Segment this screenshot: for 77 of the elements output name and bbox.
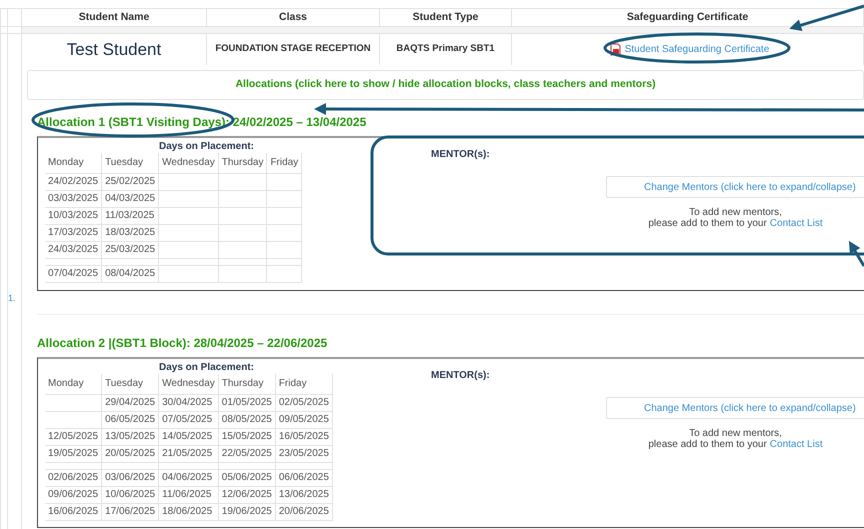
days-heading: Days on Placement: xyxy=(158,141,256,153)
date-cell: 09/06/2025 xyxy=(48,489,98,500)
date-cell: 18/03/2025 xyxy=(105,227,156,238)
date-cell: 04/06/2025 xyxy=(162,472,212,483)
date-cell: 24/03/2025 xyxy=(48,244,98,255)
date-cell: 18/06/2025 xyxy=(162,506,212,517)
date-cell: 07/04/2025 xyxy=(48,268,98,279)
date-cell: 02/06/2025 xyxy=(48,472,98,483)
day-header: Monday xyxy=(48,157,84,168)
date-cell: 08/05/2025 xyxy=(222,414,272,425)
date-cell: 09/05/2025 xyxy=(278,414,329,425)
date-cell: 07/05/2025 xyxy=(162,414,212,425)
date-cell: 16/05/2025 xyxy=(278,431,329,442)
day-header: Tuesday xyxy=(105,378,144,390)
date-cell: 19/06/2025 xyxy=(222,506,272,517)
date-cell: 30/04/2025 xyxy=(162,397,212,408)
change-mentors-button[interactable]: Change Mentors (click here to expand/collapse) xyxy=(606,176,864,198)
list-number: 1. xyxy=(8,293,16,303)
mentors-note: please add to them to your xyxy=(648,218,767,229)
column-header: Safeguarding Certificate xyxy=(626,10,748,25)
days-heading: Days on Placement: xyxy=(158,362,256,374)
class-name: FOUNDATION STAGE RECEPTION xyxy=(215,42,371,56)
date-cell: 12/05/2025 xyxy=(48,431,98,442)
date-cell: 16/06/2025 xyxy=(48,506,98,517)
mentors-label: MENTOR(s): xyxy=(431,149,490,160)
date-cell: 14/05/2025 xyxy=(162,431,212,442)
day-header: Friday xyxy=(278,378,307,390)
day-header: Wednesday xyxy=(162,378,215,390)
date-cell: 01/05/2025 xyxy=(222,397,272,408)
date-cell: 11/06/2025 xyxy=(162,489,212,500)
date-cell: 02/05/2025 xyxy=(278,397,329,408)
mentors-note: To add new mentors, xyxy=(689,207,782,218)
date-cell: 24/02/2025 xyxy=(48,176,98,187)
date-cell: 13/05/2025 xyxy=(105,431,156,442)
date-cell: 20/05/2025 xyxy=(105,448,156,459)
column-header: Class xyxy=(278,10,308,25)
date-cell: 21/05/2025 xyxy=(162,448,212,459)
day-header: Friday xyxy=(270,157,298,168)
day-header: Monday xyxy=(48,378,84,390)
mentors-note: To add new mentors, xyxy=(689,428,782,439)
date-cell: 10/03/2025 xyxy=(48,210,98,221)
contact-list-link[interactable]: Contact List xyxy=(770,439,823,450)
date-cell: 19/05/2025 xyxy=(48,448,98,459)
student-type: BAQTS Primary SBT1 xyxy=(396,42,495,56)
date-cell: 25/03/2025 xyxy=(105,244,156,255)
date-cell: 11/03/2025 xyxy=(105,210,154,221)
date-cell: 29/04/2025 xyxy=(105,397,156,408)
date-cell: 17/06/2025 xyxy=(105,506,156,517)
column-header: Student Type xyxy=(412,10,478,25)
date-cell: 13/06/2025 xyxy=(278,489,329,500)
day-header: Thursday xyxy=(222,378,264,390)
student-name: Test Student xyxy=(66,38,162,61)
date-cell: 12/06/2025 xyxy=(222,489,272,500)
date-cell: 06/06/2025 xyxy=(278,472,329,483)
mentors-label: MENTOR(s): xyxy=(431,370,490,381)
date-cell: 05/06/2025 xyxy=(222,472,272,483)
date-cell: 04/03/2025 xyxy=(105,193,156,204)
date-cell: 03/06/2025 xyxy=(105,472,156,483)
mentors-note: please add to them to your xyxy=(648,439,767,450)
allocations-toggle[interactable]: Allocations (click here to show / hide allocation blocks, class teachers and mentors) xyxy=(27,70,864,100)
date-cell: 22/05/2025 xyxy=(222,448,272,459)
contact-list-link[interactable]: Contact List xyxy=(770,218,823,229)
date-cell: 17/03/2025 xyxy=(48,227,98,238)
date-cell: 06/05/2025 xyxy=(105,414,156,425)
date-cell: 23/05/2025 xyxy=(278,448,329,459)
date-cell: 03/03/2025 xyxy=(48,193,98,204)
day-header: Tuesday xyxy=(105,157,144,168)
date-cell: 08/04/2025 xyxy=(105,268,156,279)
date-cell: 20/06/2025 xyxy=(278,506,329,517)
date-cell: 10/06/2025 xyxy=(105,489,156,500)
day-header: Thursday xyxy=(222,157,264,168)
column-header: Student Name xyxy=(78,10,150,25)
allocation-title: Allocation 2 |(SBT1 Block): 28/04/2025 – 22/06/2025 xyxy=(37,335,328,351)
day-header: Wednesday xyxy=(162,157,215,168)
change-mentors-button[interactable]: Change Mentors (click here to expand/collapse) xyxy=(606,397,864,419)
date-cell: 25/02/2025 xyxy=(105,176,156,187)
date-cell: 15/05/2025 xyxy=(222,431,272,442)
